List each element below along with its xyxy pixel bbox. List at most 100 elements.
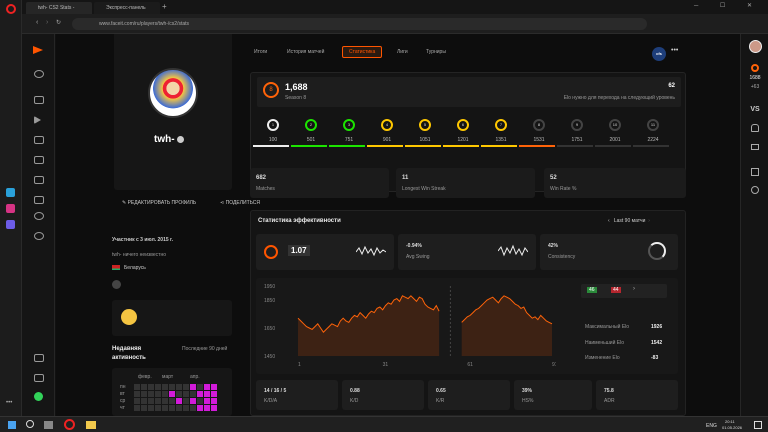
more-options-icon[interactable]: •••: [671, 47, 678, 54]
heatmap-cell[interactable]: [197, 398, 203, 404]
heatmap-cell[interactable]: [155, 391, 161, 397]
heatmap-cell[interactable]: [169, 405, 175, 411]
heatmap-cell[interactable]: [211, 384, 217, 390]
language[interactable]: ENG: [706, 423, 717, 429]
opera-taskbar-icon[interactable]: [64, 419, 75, 430]
heatmap-cell[interactable]: [134, 398, 140, 404]
heatmap-cell[interactable]: [134, 391, 140, 397]
heatmap-cell[interactable]: [183, 391, 189, 397]
steam-icon[interactable]: [112, 280, 121, 289]
streak-arrow[interactable]: ›: [633, 286, 635, 292]
heatmap-cell[interactable]: [183, 405, 189, 411]
heatmap-cell[interactable]: [183, 384, 189, 390]
faceit-logo-icon[interactable]: [33, 46, 43, 54]
heatmap-cell[interactable]: [169, 398, 175, 404]
add-icon[interactable]: [34, 232, 44, 240]
heatmap-cell[interactable]: [204, 384, 210, 390]
search-taskbar-icon[interactable]: [26, 420, 34, 428]
heatmap-cell[interactable]: [190, 398, 196, 404]
clock-time[interactable]: 20:11: [725, 419, 735, 424]
reload-icon[interactable]: ↻: [56, 19, 61, 26]
new-tab-button[interactable]: +: [162, 2, 167, 11]
heatmap-cell[interactable]: [134, 384, 140, 390]
clubs-icon[interactable]: [34, 96, 44, 104]
heatmap-cell[interactable]: [197, 384, 203, 390]
extension-icon[interactable]: [6, 220, 15, 229]
tab-speed-dial[interactable]: Экспресс-панель: [94, 2, 160, 14]
telegram-icon[interactable]: [6, 188, 15, 197]
heatmap-cell[interactable]: [148, 398, 154, 404]
add-friend-icon[interactable]: [751, 186, 759, 194]
heatmap-cell[interactable]: [176, 398, 182, 404]
heatmap-cell[interactable]: [169, 391, 175, 397]
heatmap-cell[interactable]: [148, 405, 154, 411]
tab-leagues[interactable]: Лиги: [397, 49, 408, 55]
refresh-icon[interactable]: [34, 212, 44, 220]
tab-match-history[interactable]: История матчей: [287, 49, 324, 55]
cfs-badge[interactable]: cfs: [652, 47, 666, 61]
list-icon[interactable]: [34, 196, 44, 204]
heatmap-cell[interactable]: [141, 384, 147, 390]
prev-icon[interactable]: ‹: [608, 218, 610, 224]
notification-center-icon[interactable]: [754, 421, 762, 429]
search-icon[interactable]: [34, 70, 44, 78]
folder-icon[interactable]: [86, 421, 96, 429]
heatmap-cell[interactable]: [204, 391, 210, 397]
explorer-icon[interactable]: [44, 421, 53, 429]
play-icon[interactable]: [34, 116, 41, 124]
heatmap-cell[interactable]: [211, 405, 217, 411]
edit-profile-button[interactable]: ✎ РЕДАКТИРОВАТЬ ПРОФИЛЬ: [122, 200, 196, 206]
heatmap-cell[interactable]: [211, 398, 217, 404]
friends-icon[interactable]: [751, 168, 759, 176]
tab-overview[interactable]: Итоги: [254, 49, 267, 55]
period-selector[interactable]: ‹ Last 90 матчи ›: [608, 218, 650, 224]
heatmap-cell[interactable]: [204, 405, 210, 411]
heatmap-cell[interactable]: [204, 398, 210, 404]
instagram-icon[interactable]: [6, 204, 15, 213]
heatmap-cell[interactable]: [169, 384, 175, 390]
heatmap-cell[interactable]: [155, 398, 161, 404]
heatmap-cell[interactable]: [176, 384, 182, 390]
avatar[interactable]: [749, 40, 762, 53]
expand-icon[interactable]: [34, 354, 44, 362]
heatmap-cell[interactable]: [162, 391, 168, 397]
opera-logo-icon[interactable]: [5, 4, 16, 14]
forward-icon[interactable]: ›: [46, 19, 48, 26]
heatmap-cell[interactable]: [162, 405, 168, 411]
next-icon[interactable]: ›: [648, 218, 650, 224]
heatmap-cell[interactable]: [162, 384, 168, 390]
watch-icon[interactable]: [34, 136, 44, 144]
heatmap-cell[interactable]: [141, 391, 147, 397]
shop-icon[interactable]: [34, 374, 44, 382]
heatmap-cell[interactable]: [141, 405, 147, 411]
clock-date[interactable]: 01.05.2026: [722, 425, 742, 430]
window-controls[interactable]: ─ ☐ ✕: [694, 2, 762, 9]
heatmap-cell[interactable]: [141, 398, 147, 404]
heatmap-cell[interactable]: [211, 391, 217, 397]
back-icon[interactable]: ‹: [36, 19, 38, 26]
stats-icon[interactable]: [34, 156, 44, 164]
heatmap-cell[interactable]: [190, 405, 196, 411]
heatmap-cell[interactable]: [134, 405, 140, 411]
heatmap-cell[interactable]: [176, 391, 182, 397]
tab-faceit[interactable]: twh- CS2 Stats - FACEIT.com: [26, 2, 92, 23]
heatmap-cell[interactable]: [148, 391, 154, 397]
chat-icon[interactable]: [751, 144, 759, 150]
heatmap-cell[interactable]: [162, 398, 168, 404]
heatmap-cell[interactable]: [190, 391, 196, 397]
heatmap-cell[interactable]: [155, 405, 161, 411]
heatmap-cell[interactable]: [183, 398, 189, 404]
notifications-icon[interactable]: [751, 124, 759, 132]
heatmap-cell[interactable]: [148, 384, 154, 390]
tab-tournaments[interactable]: Турниры: [426, 49, 446, 55]
url-field[interactable]: www.faceit.com/ru/players/twh-/cs2/stats: [72, 18, 647, 30]
more-icon[interactable]: •••: [6, 400, 12, 406]
tab-statistics[interactable]: Статистика: [342, 46, 383, 58]
windows-icon[interactable]: [8, 421, 16, 429]
heatmap-cell[interactable]: [190, 384, 196, 390]
share-button[interactable]: ⋖ ПОДЕЛИТЬСЯ: [220, 200, 260, 206]
heatmap-cell[interactable]: [155, 384, 161, 390]
heatmap-cell[interactable]: [197, 391, 203, 397]
heatmap-cell[interactable]: [197, 405, 203, 411]
heatmap-cell[interactable]: [176, 405, 182, 411]
